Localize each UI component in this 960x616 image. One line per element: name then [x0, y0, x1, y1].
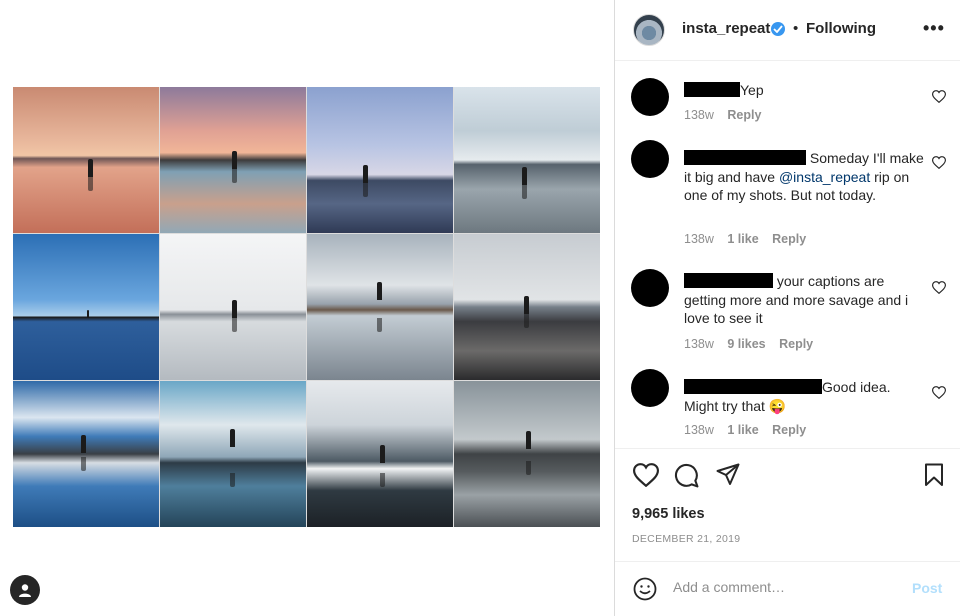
- comment-meta: 138w Reply: [684, 108, 771, 122]
- heart-icon[interactable]: [932, 90, 946, 103]
- comment-text: Someday I'll make it big and have @insta…: [684, 149, 924, 205]
- grid-tile: [13, 381, 159, 527]
- post-button[interactable]: Post: [912, 580, 942, 596]
- grid-tile: [160, 234, 306, 380]
- grid-tile: [454, 381, 600, 527]
- smile-icon[interactable]: [633, 577, 657, 601]
- grid-tile: [160, 381, 306, 527]
- comments-list: Yep 138w Reply Someday I'll make it big …: [615, 62, 960, 448]
- like-count[interactable]: 9 likes: [727, 337, 765, 351]
- comment-body: Yep: [740, 82, 764, 98]
- comment-meta: 138w 9 likes Reply: [684, 337, 823, 351]
- avatar[interactable]: [631, 369, 669, 407]
- following-button[interactable]: Following: [806, 20, 876, 37]
- comment-meta: 138w 1 like Reply: [684, 423, 816, 437]
- comment-meta: 138w 1 like Reply: [684, 232, 816, 246]
- media-pane: [0, 0, 614, 616]
- photo-grid[interactable]: [13, 87, 600, 527]
- comment-time: 138w: [684, 337, 714, 351]
- avatar[interactable]: [631, 269, 669, 307]
- grid-tile: [160, 87, 306, 233]
- redacted-username: [684, 150, 806, 165]
- reply-button[interactable]: Reply: [772, 232, 806, 246]
- comment-time: 138w: [684, 232, 714, 246]
- grid-tile: [454, 87, 600, 233]
- grid-tile: [454, 234, 600, 380]
- redacted-username: [684, 273, 773, 288]
- mention-link[interactable]: @insta_repeat: [779, 169, 870, 185]
- grid-tile: [307, 381, 453, 527]
- comment-text: Yep: [684, 81, 924, 100]
- avatar[interactable]: [631, 140, 669, 178]
- grid-tile: [13, 234, 159, 380]
- comment-text: Good idea. Might try that 😜: [684, 378, 924, 415]
- like-count[interactable]: 1 like: [727, 423, 758, 437]
- reply-button[interactable]: Reply: [772, 423, 806, 437]
- post-header: insta_repeat • Following •••: [615, 0, 960, 61]
- grid-tile: [13, 87, 159, 233]
- username-link[interactable]: insta_repeat: [682, 20, 770, 37]
- separator-dot: •: [793, 20, 799, 37]
- heart-icon[interactable]: [932, 281, 946, 294]
- redacted-username: [684, 379, 822, 394]
- wink-emoji: 😜: [768, 397, 787, 414]
- grid-tile: [307, 234, 453, 380]
- reply-button[interactable]: Reply: [779, 337, 813, 351]
- like-count[interactable]: 1 like: [727, 232, 758, 246]
- grid-tile: [307, 87, 453, 233]
- comment-composer: Post: [615, 561, 960, 616]
- heart-icon[interactable]: [932, 386, 946, 399]
- post-panel: insta_repeat • Following ••• Yep 138w Re…: [614, 0, 960, 616]
- share-icon[interactable]: [716, 463, 740, 487]
- post-actions: 9,965 likes DECEMBER 21, 2019: [615, 448, 960, 560]
- bookmark-icon[interactable]: [924, 463, 944, 487]
- more-icon[interactable]: •••: [923, 18, 945, 39]
- heart-icon[interactable]: [633, 463, 659, 487]
- redacted-username: [684, 82, 740, 97]
- avatar[interactable]: [633, 14, 665, 46]
- likes-count[interactable]: 9,965 likes: [632, 506, 705, 522]
- reply-button[interactable]: Reply: [727, 108, 761, 122]
- user-icon[interactable]: [10, 575, 40, 605]
- comment-time: 138w: [684, 423, 714, 437]
- post-date: DECEMBER 21, 2019: [632, 533, 741, 545]
- verified-icon: [771, 22, 785, 36]
- avatar[interactable]: [631, 78, 669, 116]
- add-comment-input[interactable]: [673, 579, 893, 595]
- heart-icon[interactable]: [932, 156, 946, 169]
- comment-text: your captions are getting more and more …: [684, 272, 920, 328]
- comment-icon[interactable]: [674, 463, 699, 488]
- comment-time: 138w: [684, 108, 714, 122]
